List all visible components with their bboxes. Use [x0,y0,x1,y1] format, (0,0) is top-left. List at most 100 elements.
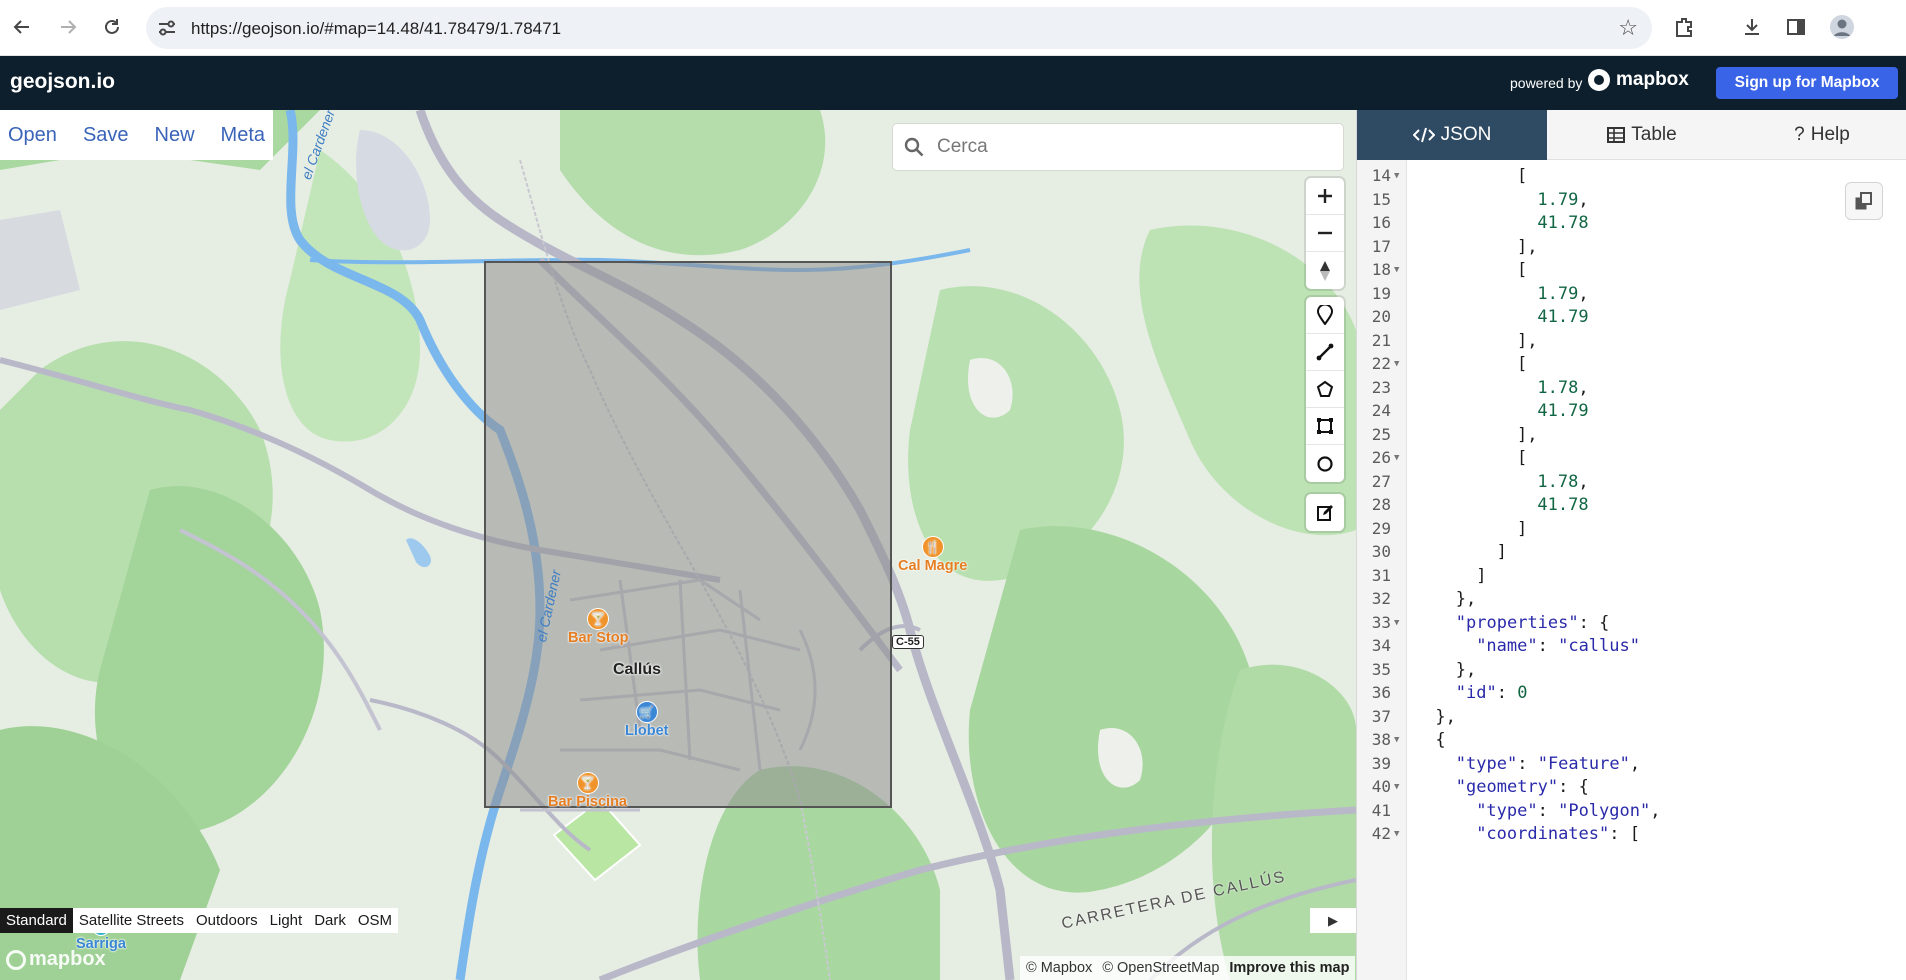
json-editor[interactable]: 14 ▼[15 1.79, 16 41.78 17], 18 ▼[19 1.79, 20 41.79… [1357,160,1906,980]
style-osm-button[interactable]: OSM [352,908,398,933]
poi-llobet[interactable]: 🛒 Llobet [625,701,669,739]
poi-bar-stop[interactable]: 🍸 Bar Stop [568,608,628,646]
forward-icon[interactable] [52,11,84,43]
download-icon[interactable] [1736,11,1768,43]
polygon-icon [1316,380,1334,397]
copy-button[interactable] [1845,182,1883,220]
question-icon: ? [1794,124,1805,145]
json-key: "type" [1476,800,1538,821]
poi-label: Bar Piscina [548,794,627,810]
bookmark-star-icon[interactable]: ☆ [1618,15,1638,41]
tab-label: Help [1810,124,1850,145]
style-satellite-streets-button[interactable]: Satellite Streets [73,908,190,933]
json-number: 1.78 [1537,377,1579,398]
mapbox-logo[interactable]: mapbox [1588,69,1689,91]
poi-label: Cal Magre [898,558,968,574]
file-menu: Open Save New Meta [0,110,274,160]
town-label: Callús [613,661,662,678]
style-light-button[interactable]: Light [264,908,309,933]
json-punctuation: }, [1435,706,1456,727]
json-punctuation: : [1517,753,1538,774]
signup-button[interactable]: Sign up for Mapbox [1716,67,1898,99]
panel-tabs: JSON Table ? Help [1357,110,1906,160]
play-arrow-icon: ▶ [1328,912,1338,928]
json-punctuation: , [1650,800,1661,821]
code-line: 42 ▼ "coordinates": [ [1357,820,1906,848]
draw-marker-button[interactable] [1306,297,1344,334]
draw-polygon-button[interactable] [1306,371,1344,408]
back-icon[interactable] [6,11,38,43]
json-number: 1.78 [1537,471,1579,492]
json-punctuation: : [1537,800,1559,821]
tab-json[interactable]: JSON [1357,110,1547,160]
json-punctuation: : { [1558,777,1589,797]
json-punctuation: [ [1517,448,1528,468]
json-string: "callus" [1558,636,1640,656]
map-style-switcher: Standard Satellite Streets Outdoors Ligh… [0,908,399,933]
tab-help[interactable]: ? Help [1737,110,1906,160]
collapse-panel-button[interactable]: ▶ [1310,908,1356,933]
table-icon [1607,127,1626,143]
json-punctuation: : [1537,636,1559,656]
zoom-out-button[interactable] [1306,215,1344,252]
site-settings-icon[interactable] [156,17,178,39]
line-number: 42 [1371,824,1391,843]
profile-avatar[interactable] [1826,11,1858,43]
mapbox-watermark[interactable]: mapbox [6,948,106,971]
json-punctuation: ], [1517,236,1538,257]
draw-circle-button[interactable] [1306,445,1344,482]
map-canvas[interactable]: el Cardener el Cardener 🍸 Bar Stop Callú… [0,110,1356,980]
draw-rectangle-button[interactable] [1306,408,1344,445]
compass-button[interactable] [1306,252,1344,289]
code-text: "coordinates": [ [1476,820,1640,848]
road-shield: C-55 [892,635,924,649]
save-button[interactable]: Save [83,124,129,147]
line-icon [1316,343,1334,361]
poi-bar-piscina[interactable]: 🍸 Bar Piscina [548,772,627,810]
json-string: "Polygon" [1558,800,1651,821]
app-brand[interactable]: geojson.io [10,70,115,94]
json-number: 41.79 [1537,307,1589,327]
improve-map-link[interactable]: Improve this map [1229,960,1349,976]
zoom-in-button[interactable] [1306,178,1344,215]
tab-label: JSON [1440,124,1492,145]
meta-button[interactable]: Meta [221,124,265,147]
fold-arrow-icon[interactable]: ▼ [1394,820,1399,848]
json-punctuation: }, [1455,589,1477,609]
mapbox-logo-text: mapbox [1616,69,1689,90]
search-input[interactable] [937,132,1327,162]
rectangle-icon [1317,418,1333,434]
style-outdoors-button[interactable]: Outdoors [190,908,264,933]
poi-cal-magre[interactable]: 🍴 Cal Magre [898,536,967,574]
mapbox-attribution-link[interactable]: © Mapbox [1026,960,1092,976]
poi-label: Bar Stop [568,630,629,646]
edit-features-button[interactable] [1306,494,1344,531]
osm-attribution-link[interactable]: © OpenStreetMap [1102,960,1219,976]
draw-line-button[interactable] [1306,334,1344,371]
mapbox-logo-icon [1588,69,1610,91]
json-punctuation: : { [1578,612,1610,633]
extensions-icon[interactable] [1668,11,1700,43]
json-punctuation: , [1629,753,1641,774]
json-punctuation: , [1578,471,1589,492]
reload-icon[interactable] [96,11,128,43]
style-dark-button[interactable]: Dark [308,908,352,933]
json-punctuation: ], [1517,424,1538,445]
json-key: "type" [1455,753,1518,774]
json-punctuation: [ [1517,260,1528,280]
poi-label: Llobet [625,723,669,739]
compass-icon [1320,260,1330,281]
json-key: "id" [1455,683,1497,703]
address-bar[interactable]: https://geojson.io/#map=14.48/41.78479/1… [146,7,1652,49]
json-key: "name" [1476,636,1538,656]
side-panel-icon[interactable] [1780,11,1812,43]
new-button[interactable]: New [155,124,195,147]
json-punctuation: ] [1476,565,1487,586]
json-punctuation: ], [1517,330,1538,351]
cocktail-icon: 🍸 [576,772,599,794]
open-button[interactable]: Open [8,124,57,147]
tab-table[interactable]: Table [1547,110,1737,160]
style-standard-button[interactable]: Standard [0,908,73,933]
search-box [893,124,1343,170]
code-icon [1412,127,1435,143]
